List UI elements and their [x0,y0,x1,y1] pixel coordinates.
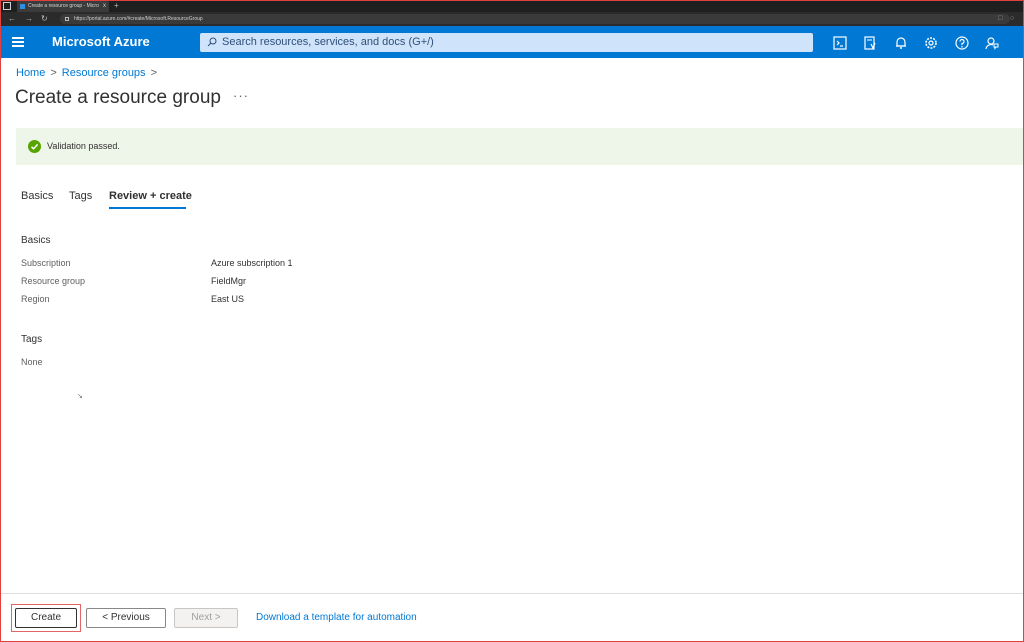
breadcrumb: Home > Resource groups > [16,66,162,80]
subscription-value: Azure subscription 1 [211,258,293,268]
browser-address-bar: ← → ↻ https://portal.azure.com/#create/M… [0,12,1024,26]
browser-tab[interactable]: Create a resource group - Micro x [17,1,109,12]
more-actions-button[interactable]: ··· [233,88,249,104]
window-menu-icon[interactable] [3,2,11,10]
hamburger-menu-icon[interactable] [12,37,24,47]
search-placeholder: Search resources, services, and docs (G+… [222,36,434,48]
check-circle-icon [28,140,41,153]
download-template-link[interactable]: Download a template for automation [256,611,417,625]
back-arrow-icon[interactable]: ← [8,13,16,25]
tab-basics[interactable]: Basics [21,189,53,203]
resource-group-value: FieldMgr [211,276,247,286]
notifications-icon[interactable] [893,35,909,51]
azure-brand[interactable]: Microsoft Azure [52,26,150,58]
subscription-label: Subscription [21,258,71,268]
validation-banner: Validation passed. [16,128,1024,165]
tab-review-create[interactable]: Review + create [109,189,192,203]
footer-divider [0,593,1024,594]
region-value: East US [211,294,245,304]
directory-filter-icon[interactable] [862,35,878,51]
global-search-input[interactable]: Search resources, services, and docs (G+… [200,33,813,52]
active-tab-indicator [109,207,186,209]
profile-icon[interactable]: ○ [1010,13,1014,25]
mouse-cursor-icon: ↘ [77,393,83,400]
feedback-icon[interactable] [984,35,1000,51]
browser-tab-title: Create a resource group - Micro [28,3,99,9]
next-button[interactable]: Next > [174,608,238,628]
breadcrumb-home-link[interactable]: Home [16,67,45,79]
tab-tags[interactable]: Tags [69,189,92,203]
url-field[interactable]: https://portal.azure.com/#create/Microso… [60,14,1010,24]
browser-tab-strip: Create a resource group - Micro x + [0,0,1024,12]
validation-message: Validation passed. [47,141,120,151]
azure-favicon-icon [20,4,25,9]
tags-section-heading: Tags [21,334,43,345]
help-icon[interactable] [954,35,970,51]
url-text: https://portal.azure.com/#create/Microso… [74,16,203,22]
cloud-shell-icon[interactable] [832,35,848,51]
tags-value: None [21,357,43,367]
azure-top-bar: Microsoft Azure Search resources, servic… [0,26,1024,58]
resource-group-label: Resource group [21,276,86,286]
breadcrumb-separator: > [50,67,57,79]
previous-button[interactable]: < Previous [86,608,166,628]
basics-section-heading: Basics [21,235,51,246]
new-tab-button[interactable]: + [114,0,119,12]
breadcrumb-separator: > [150,67,157,79]
settings-icon[interactable] [923,35,939,51]
region-label: Region [21,294,50,304]
create-button[interactable]: Create [15,608,77,628]
breadcrumb-resource-groups-link[interactable]: Resource groups [62,67,146,79]
lock-icon [65,17,69,21]
search-icon [207,37,217,47]
page-title: Create a resource group [15,87,221,108]
reload-icon[interactable]: ↻ [41,13,48,25]
forward-arrow-icon[interactable]: → [25,13,33,25]
tab-close-icon[interactable]: x [103,1,106,12]
extension-icon[interactable]: □ [998,13,1002,25]
